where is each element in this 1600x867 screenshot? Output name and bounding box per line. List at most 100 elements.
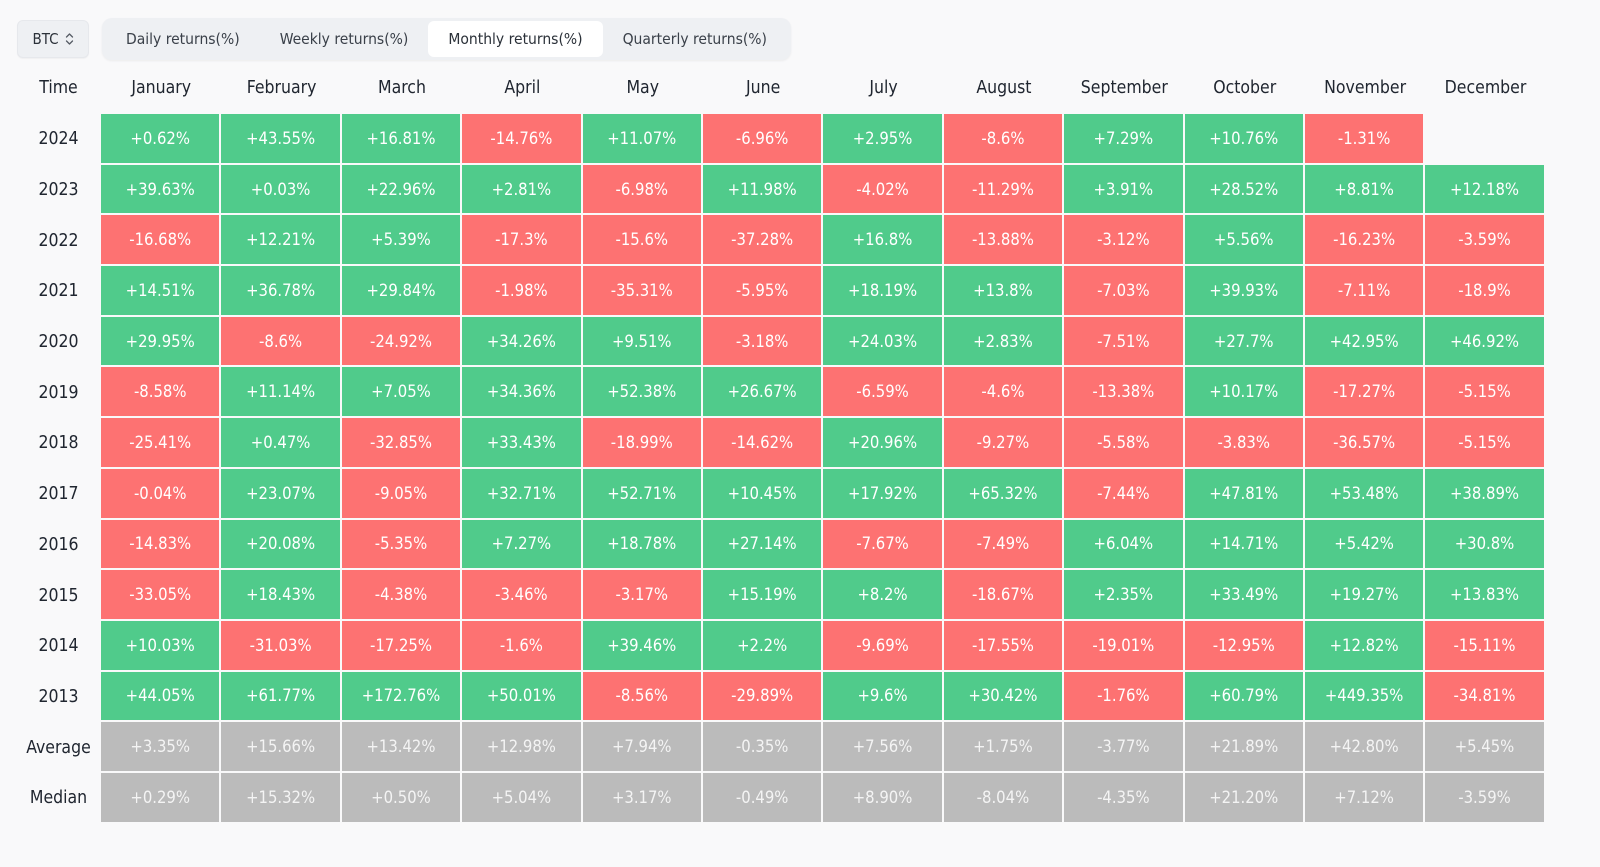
return-cell: -9.69% [823, 620, 942, 670]
return-cell: -3.12% [1064, 215, 1183, 265]
return-cell: -0.04% [101, 468, 220, 518]
summary-cell: +15.66% [221, 722, 340, 771]
return-cell: +2.95% [823, 114, 942, 163]
heatmap-rows: 2024 +0.62% +43.55% +16.81% -14.76% +11.07% -6… [0, 114, 1546, 824]
return-cell: -7.49% [943, 519, 1063, 569]
asset-selector-value: BTC [32, 30, 59, 48]
year-row: 2022 -16.68% +12.21% +5.39% -17.3% -15.6% -37.… [0, 215, 1546, 266]
return-cell: +449.35% [1304, 671, 1424, 721]
return-cell: +32.71% [462, 468, 581, 518]
return-cell: -7.44% [1064, 468, 1183, 518]
month-header: December [1444, 78, 1527, 98]
return-cell: +8.2% [823, 570, 942, 619]
return-cell: +39.63% [101, 164, 220, 214]
year-row: 2024 +0.62% +43.55% +16.81% -14.76% +11.07% -6… [0, 114, 1546, 165]
month-header: November [1324, 78, 1407, 98]
return-cell: -15.6% [582, 215, 701, 265]
return-cell: -14.62% [702, 418, 822, 467]
return-cell: +5.56% [1184, 215, 1303, 265]
month-header: March [377, 78, 426, 98]
return-cell: -14.76% [462, 114, 581, 163]
return-cell: -16.23% [1304, 215, 1424, 265]
return-cell: +50.01% [462, 671, 581, 721]
return-cell: +11.07% [582, 114, 701, 163]
summary-cell: -0.35% [702, 722, 822, 771]
year-row: 2018 -25.41% +0.47% -32.85% +33.43% -18.99% -1… [0, 418, 1546, 469]
summary-cell: +21.89% [1184, 722, 1303, 771]
return-cell: +13.8% [943, 266, 1063, 315]
return-cell: +61.77% [221, 671, 340, 721]
return-cell: +2.35% [1064, 570, 1183, 619]
return-cell: -7.03% [1064, 266, 1183, 315]
summary-cell: -3.59% [1425, 772, 1544, 822]
return-cell: +16.8% [823, 215, 942, 265]
summary-label: Median [29, 788, 88, 809]
return-cell: -7.11% [1304, 266, 1424, 315]
return-cell: +27.7% [1184, 316, 1303, 366]
summary-cell: -3.77% [1064, 722, 1183, 771]
year-label: 2013 [38, 686, 79, 707]
return-cell: +52.38% [582, 367, 701, 417]
return-cell: +30.8% [1425, 519, 1544, 569]
month-header: June [746, 78, 781, 98]
return-cell: -8.6% [943, 114, 1063, 163]
return-cell: +43.55% [221, 114, 340, 163]
return-cell: -31.03% [221, 620, 340, 670]
return-cell: +53.48% [1304, 468, 1424, 518]
year-label: 2015 [38, 585, 79, 606]
tab-daily-returns[interactable]: Daily returns(%) [106, 21, 260, 57]
return-cell: -7.51% [1064, 316, 1183, 366]
return-cell: +44.05% [101, 671, 220, 721]
summary-cell: +7.56% [823, 722, 942, 771]
tab-monthly-returns[interactable]: Monthly returns(%) [428, 21, 603, 57]
asset-selector[interactable]: BTC [17, 20, 89, 58]
tab-quarterly-returns[interactable]: Quarterly returns(%) [603, 21, 787, 57]
year-row: 2020 +29.95% -8.6% -24.92% +34.26% +9.51% -3.1… [0, 316, 1546, 368]
return-cell: -24.92% [341, 316, 461, 366]
return-cell: +42.95% [1304, 316, 1424, 366]
return-cell: -4.38% [341, 570, 461, 619]
return-cell: +9.6% [823, 671, 942, 721]
return-cell: +24.03% [823, 316, 942, 366]
summary-cell: +8.90% [823, 772, 942, 822]
return-cell: +30.42% [943, 671, 1063, 721]
year-label: 2014 [38, 636, 79, 657]
month-header: February [246, 78, 317, 98]
return-cell: -34.81% [1425, 671, 1544, 721]
return-cell: -5.15% [1425, 418, 1544, 467]
return-cell: -3.46% [462, 570, 581, 619]
summary-cell: +15.32% [221, 772, 340, 822]
return-cell: -3.83% [1184, 418, 1303, 467]
return-cell: -7.67% [823, 519, 942, 569]
return-cell: -18.99% [582, 418, 701, 467]
return-cell: +2.81% [462, 164, 581, 214]
return-cell: +38.89% [1425, 468, 1544, 518]
header-row: Time January February March April May June Jul… [0, 68, 1546, 108]
return-cell: -4.6% [943, 367, 1063, 417]
return-cell: +7.05% [341, 367, 461, 417]
month-header: January [131, 78, 192, 98]
summary-cell: +3.17% [582, 772, 701, 822]
tab-weekly-returns[interactable]: Weekly returns(%) [260, 21, 429, 57]
year-label: 2024 [38, 129, 79, 150]
return-cell: +2.2% [702, 620, 822, 670]
return-cell: +11.14% [221, 367, 340, 417]
return-cell: -5.58% [1064, 418, 1183, 467]
return-cell: +2.83% [943, 316, 1063, 366]
return-cell: +16.81% [341, 114, 461, 163]
return-cell: +60.79% [1184, 671, 1303, 721]
year-row: 2019 -8.58% +11.14% +7.05% +34.36% +52.38% +26… [0, 367, 1546, 418]
return-cell: +36.78% [221, 266, 340, 315]
return-cell: +8.81% [1304, 164, 1424, 214]
empty-cell [1425, 114, 1543, 163]
monthly-returns-heatmap: Time January February March April May June Jul… [0, 68, 1546, 824]
return-cell: -6.59% [823, 367, 942, 417]
return-cell: -33.05% [101, 570, 220, 619]
return-cell: -8.56% [582, 671, 701, 721]
return-cell: -9.05% [341, 468, 461, 518]
return-cell: +10.17% [1184, 367, 1303, 417]
year-row: 2023 +39.63% +0.03% +22.96% +2.81% -6.98% +11.… [0, 164, 1546, 216]
return-cell: +0.47% [221, 418, 340, 467]
return-cell: -5.15% [1425, 367, 1544, 417]
summary-row: Average +3.35% +15.66% +13.42% +12.98% +7.94%… [0, 722, 1546, 773]
